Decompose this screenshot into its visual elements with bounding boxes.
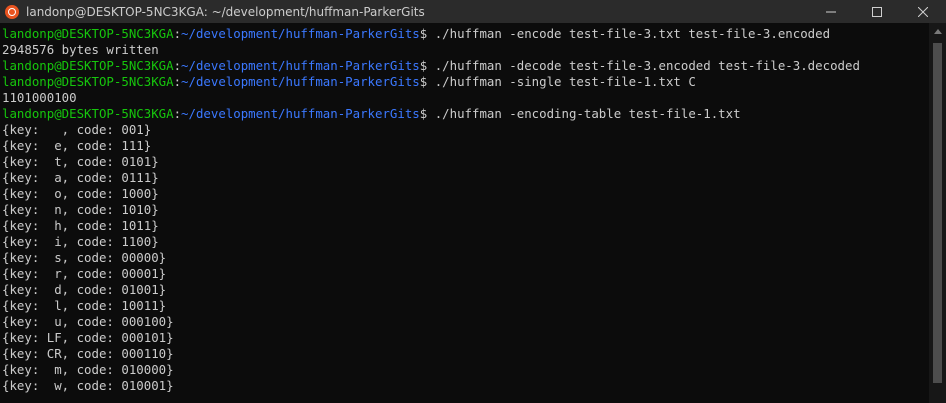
output-line: {key: w, code: 010001} xyxy=(2,378,174,393)
output-line: {key: o, code: 1000} xyxy=(2,186,159,201)
minimize-button[interactable] xyxy=(808,0,854,23)
output-line: {key: s, code: 00000} xyxy=(2,250,167,265)
prompt-separator: : xyxy=(173,74,182,89)
command-text: ./huffman -single test-file-1.txt C xyxy=(427,74,696,89)
maximize-button[interactable] xyxy=(854,0,900,23)
command-text: ./huffman -decode test-file-3.encoded te… xyxy=(427,58,860,73)
close-icon xyxy=(918,6,928,17)
command-line: landonp@DESKTOP-5NC3KGA:~/development/hu… xyxy=(2,106,930,122)
output-line: {key: t, code: 0101} xyxy=(2,154,159,169)
output-line: {key: l, code: 10011} xyxy=(2,298,167,313)
scroll-thumb[interactable] xyxy=(933,43,942,383)
prompt-path: ~/development/huffman-ParkerGits xyxy=(181,74,420,89)
output-line: {key: i, code: 1100} xyxy=(2,234,159,249)
prompt-path: ~/development/huffman-ParkerGits xyxy=(181,58,420,73)
output-line: {key: d, code: 01001} xyxy=(2,282,167,297)
output-line: {key: CR, code: 000110} xyxy=(2,346,174,361)
scroll-up-icon[interactable] xyxy=(934,29,942,34)
command-line: landonp@DESKTOP-5NC3KGA:~/development/hu… xyxy=(2,58,930,74)
prompt-separator: : xyxy=(173,58,182,73)
title-bar[interactable]: landonp@DESKTOP-5NC3KGA: ~/development/h… xyxy=(0,0,946,23)
command-text: ./huffman -encode test-file-3.txt test-f… xyxy=(427,26,831,41)
prompt-separator: : xyxy=(173,106,182,121)
output-line: {key: m, code: 010000} xyxy=(2,362,174,377)
output-line: {key: u, code: 000100} xyxy=(2,314,174,329)
window-controls xyxy=(808,0,946,23)
output-line: {key: n, code: 1010} xyxy=(2,202,159,217)
maximize-icon xyxy=(872,6,882,17)
output-line: {key: LF, code: 000101} xyxy=(2,330,174,345)
command-line: landonp@DESKTOP-5NC3KGA:~/development/hu… xyxy=(2,26,930,42)
prompt-user: landonp@DESKTOP-5NC3KGA xyxy=(2,106,174,121)
command-text: ./huffman -encoding-table test-file-1.tx… xyxy=(427,106,741,121)
output-line: {key: a, code: 0111} xyxy=(2,170,159,185)
output-line: {key: h, code: 1011} xyxy=(2,218,159,233)
prompt-path: ~/development/huffman-ParkerGits xyxy=(181,26,420,41)
ubuntu-icon xyxy=(5,4,19,19)
prompt-user: landonp@DESKTOP-5NC3KGA xyxy=(2,26,174,41)
terminal-output[interactable]: landonp@DESKTOP-5NC3KGA:~/development/hu… xyxy=(0,26,930,403)
minimize-icon xyxy=(826,11,836,12)
output-line: 1101000100 xyxy=(2,90,77,105)
output-line: {key: r, code: 00001} xyxy=(2,266,167,281)
prompt-user: landonp@DESKTOP-5NC3KGA xyxy=(2,58,174,73)
prompt-user: landonp@DESKTOP-5NC3KGA xyxy=(2,74,174,89)
window-title: landonp@DESKTOP-5NC3KGA: ~/development/h… xyxy=(26,4,425,19)
output-line: {key: e, code: 111} xyxy=(2,138,152,153)
prompt-separator: : xyxy=(173,26,182,41)
terminal-window: landonp@DESKTOP-5NC3KGA: ~/development/h… xyxy=(0,0,946,403)
vertical-scrollbar[interactable] xyxy=(929,23,946,403)
command-line: landonp@DESKTOP-5NC3KGA:~/development/hu… xyxy=(2,74,930,90)
output-line: 2948576 bytes written xyxy=(2,42,159,57)
output-line: {key: , code: 001} xyxy=(2,122,152,137)
prompt-path: ~/development/huffman-ParkerGits xyxy=(181,106,420,121)
close-button[interactable] xyxy=(900,0,946,23)
